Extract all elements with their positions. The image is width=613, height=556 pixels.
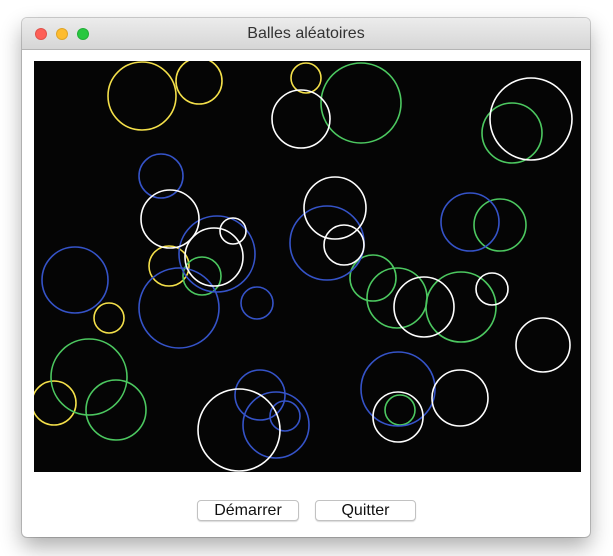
white-ball: [271, 89, 331, 149]
window-title: Balles aléatoires: [247, 25, 365, 42]
blue-ball: [440, 192, 500, 252]
title-bar[interactable]: Balles aléatoires: [22, 18, 590, 50]
white-ball: [489, 77, 573, 161]
green-ball: [473, 198, 527, 252]
yellow-ball: [107, 61, 177, 131]
green-ball: [425, 271, 497, 343]
yellow-ball: [175, 61, 223, 105]
white-ball: [515, 317, 571, 373]
blue-ball: [240, 286, 274, 320]
white-ball: [323, 224, 365, 266]
yellow-ball: [290, 62, 322, 94]
yellow-ball: [34, 380, 77, 426]
green-ball: [50, 338, 128, 416]
white-ball: [184, 227, 244, 287]
white-ball: [431, 369, 489, 427]
blue-ball: [138, 267, 220, 349]
white-ball: [475, 272, 509, 306]
app-window: Balles aléatoires Démarrer Quitter: [22, 18, 590, 537]
start-button[interactable]: Démarrer: [197, 500, 299, 521]
green-ball: [349, 254, 397, 302]
blue-ball: [289, 205, 365, 281]
white-ball: [197, 388, 281, 472]
green-ball: [85, 379, 147, 441]
green-ball: [320, 62, 402, 144]
blue-ball: [41, 246, 109, 314]
blue-ball: [360, 351, 436, 427]
white-ball: [219, 217, 247, 245]
quit-button[interactable]: Quitter: [315, 500, 416, 521]
yellow-ball: [93, 302, 125, 334]
green-ball: [384, 394, 416, 426]
balls-drawing: [34, 61, 573, 472]
balls-canvas: [34, 61, 581, 472]
white-ball: [372, 391, 424, 443]
